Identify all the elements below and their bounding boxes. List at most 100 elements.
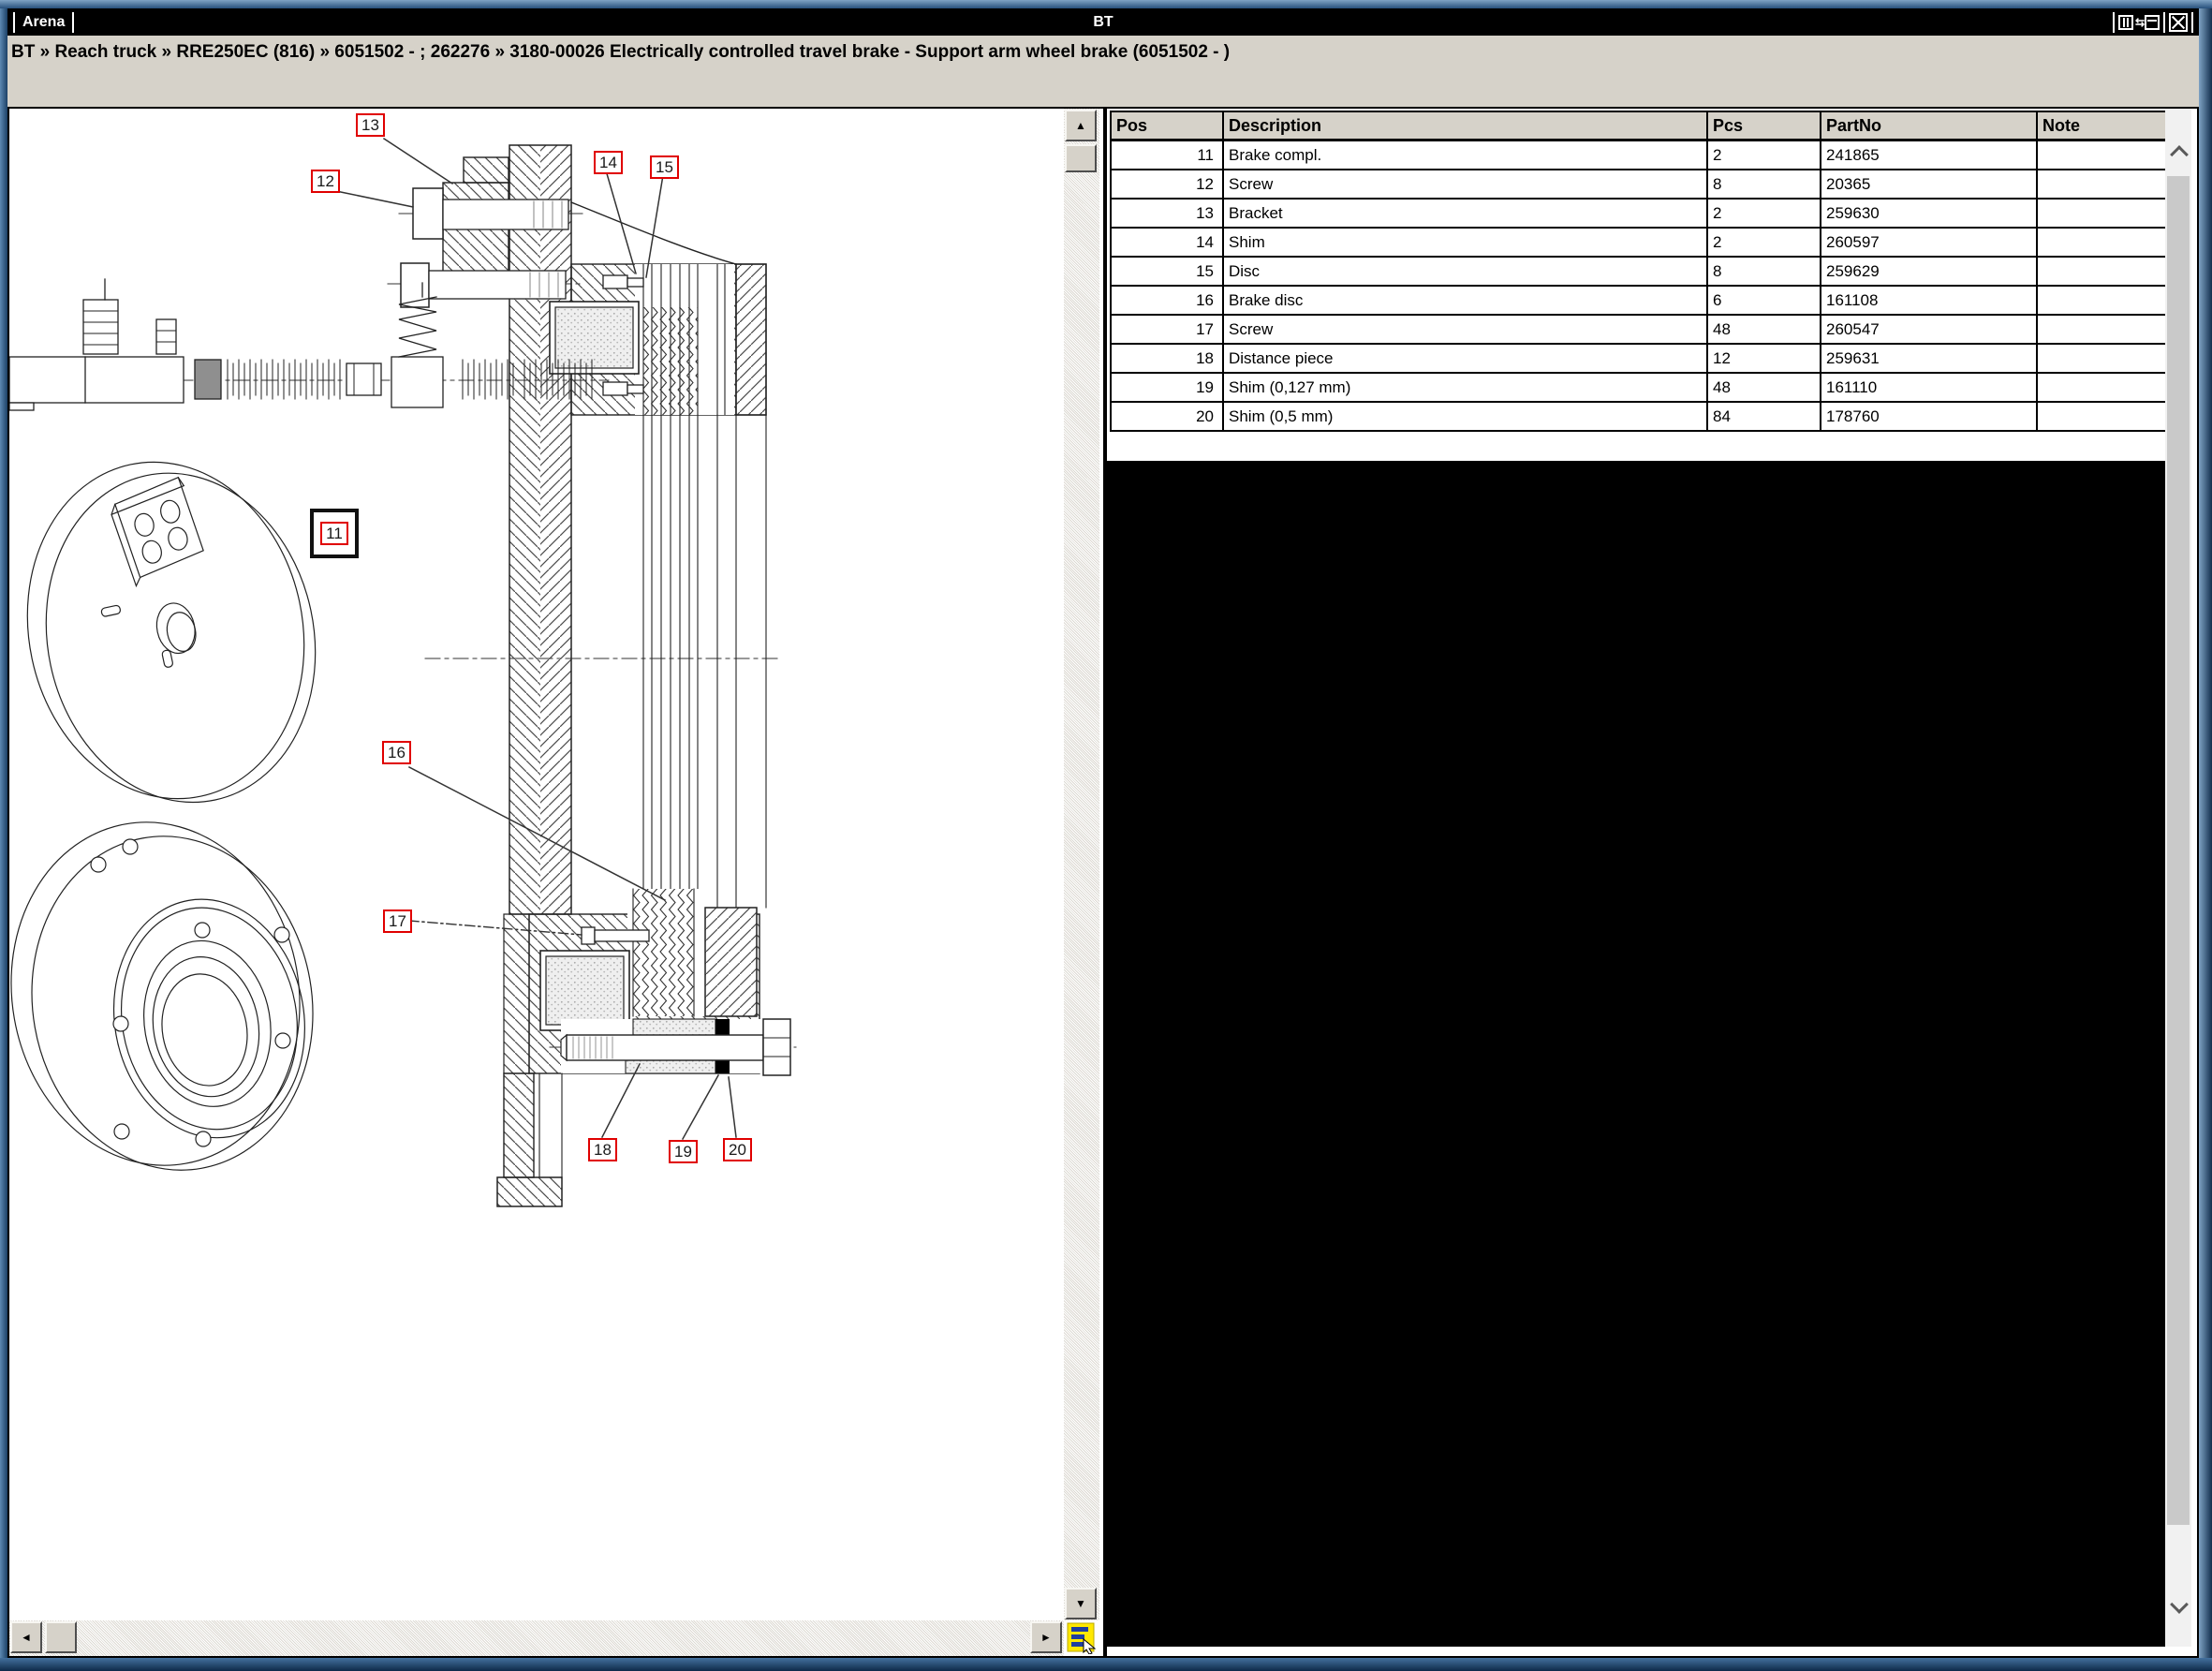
column-header-note: Note xyxy=(2037,111,2172,140)
cell-description: Screw xyxy=(1223,170,1707,199)
cell-pcs: 84 xyxy=(1707,402,1821,431)
breadcrumb-bar: BT » Reach truck » RRE250EC (816) » 6051… xyxy=(7,36,2199,107)
scroll-up-icon[interactable]: ▲ xyxy=(1065,110,1097,141)
callout-18[interactable]: 18 xyxy=(588,1138,617,1161)
cell-note xyxy=(2037,228,2172,257)
parts-panel: PosDescriptionPcsPartNoNote 11Brake comp… xyxy=(1105,107,2199,1658)
cell-note xyxy=(2037,315,2172,344)
app-label: Arena xyxy=(13,12,74,33)
table-row-pos-14[interactable]: 14Shim2260597 xyxy=(1111,228,2172,257)
table-row-pos-15[interactable]: 15Disc8259629 xyxy=(1111,257,2172,286)
cell-pcs: 48 xyxy=(1707,373,1821,402)
scroll-down-icon[interactable]: ▼ xyxy=(1065,1588,1097,1619)
horizontal-scroll-thumb[interactable] xyxy=(45,1621,77,1653)
callout-17[interactable]: 17 xyxy=(383,909,412,933)
cell-note xyxy=(2037,344,2172,373)
breadcrumb[interactable]: BT » Reach truck » RRE250EC (816) » 6051… xyxy=(7,36,2199,63)
cell-pcs: 8 xyxy=(1707,170,1821,199)
callout-20[interactable]: 20 xyxy=(723,1138,752,1161)
window-controls: ⇆ xyxy=(2113,11,2193,34)
cell-part_no: 161110 xyxy=(1821,373,2037,402)
window-switch-icon[interactable]: ⇆ xyxy=(2118,15,2160,30)
hub-studs xyxy=(91,839,290,1146)
window-glyph xyxy=(2145,15,2160,30)
cell-description: Brake disc xyxy=(1223,286,1707,315)
scroll-left-icon[interactable]: ◄ xyxy=(10,1621,42,1653)
scroll-thumb[interactable] xyxy=(2167,176,2190,1525)
scroll-down-icon[interactable] xyxy=(2170,1595,2189,1614)
diagram-horizontal-scrollbar[interactable]: ◄ ► xyxy=(9,1620,1064,1656)
table-row-pos-19[interactable]: 19Shim (0,127 mm)48161110 xyxy=(1111,373,2172,402)
cell-pos: 16 xyxy=(1111,286,1223,315)
window-title: BT xyxy=(7,14,2199,31)
cell-note xyxy=(2037,140,2172,170)
title-bar: Arena BT ⇆ xyxy=(7,8,2199,36)
cell-pos: 20 xyxy=(1111,402,1223,431)
vertical-scroll-thumb[interactable] xyxy=(1065,144,1097,172)
column-header-pos: Pos xyxy=(1111,111,1223,140)
window-frame-bottom xyxy=(0,1658,2212,1671)
cell-part_no: 178760 xyxy=(1821,402,2037,431)
table-row-pos-20[interactable]: 20Shim (0,5 mm)84178760 xyxy=(1111,402,2172,431)
callout-16[interactable]: 16 xyxy=(382,741,411,764)
svg-viewer-corner-icon[interactable] xyxy=(1064,1620,1099,1656)
cell-part_no: 20365 xyxy=(1821,170,2037,199)
diagram-canvas[interactable]: 13 12 14 15 11 16 17 18 19 20 xyxy=(9,109,1064,1619)
cell-part_no: 259629 xyxy=(1821,257,2037,286)
callout-19[interactable]: 19 xyxy=(669,1140,698,1163)
callout-14[interactable]: 14 xyxy=(594,151,623,174)
cell-part_no: 259630 xyxy=(1821,199,2037,228)
scroll-up-icon[interactable] xyxy=(2170,145,2189,164)
cell-note xyxy=(2037,286,2172,315)
diagram-panel: 13 12 14 15 11 16 17 18 19 20 ▲ ▼ ◄ ► xyxy=(7,107,1105,1658)
table-row-pos-13[interactable]: 13Bracket2259630 xyxy=(1111,199,2172,228)
cell-pos: 14 xyxy=(1111,228,1223,257)
panel-scrollbar[interactable] xyxy=(2165,109,2191,1647)
cell-note xyxy=(2037,402,2172,431)
cell-description: Distance piece xyxy=(1223,344,1707,373)
separator xyxy=(2113,12,2115,33)
wheel-hub xyxy=(9,797,339,1196)
column-header-pcs: Pcs xyxy=(1707,111,1821,140)
window-frame-right xyxy=(2199,8,2212,1658)
cell-pos: 19 xyxy=(1111,373,1223,402)
cell-pcs: 2 xyxy=(1707,140,1821,170)
blank-content-area xyxy=(1107,461,2165,1647)
separator xyxy=(2191,12,2193,33)
cell-pos: 12 xyxy=(1111,170,1223,199)
callout-15[interactable]: 15 xyxy=(650,155,679,179)
cell-note xyxy=(2037,170,2172,199)
arrows-glyph: ⇆ xyxy=(2135,16,2143,29)
cell-pcs: 12 xyxy=(1707,344,1821,373)
cell-part_no: 161108 xyxy=(1821,286,2037,315)
table-row-pos-11[interactable]: 11Brake compl.2241865 xyxy=(1111,140,2172,170)
cell-description: Shim xyxy=(1223,228,1707,257)
callout-12[interactable]: 12 xyxy=(311,170,340,193)
table-row-pos-18[interactable]: 18Distance piece12259631 xyxy=(1111,344,2172,373)
cell-note xyxy=(2037,199,2172,228)
scroll-right-icon[interactable]: ► xyxy=(1030,1621,1062,1653)
cell-description: Disc xyxy=(1223,257,1707,286)
column-header-description: Description xyxy=(1223,111,1707,140)
cell-pos: 15 xyxy=(1111,257,1223,286)
table-row-pos-16[interactable]: 16Brake disc6161108 xyxy=(1111,286,2172,315)
table-row-pos-17[interactable]: 17Screw48260547 xyxy=(1111,315,2172,344)
cell-pos: 18 xyxy=(1111,344,1223,373)
window-frame-top xyxy=(0,0,2212,8)
cell-pos: 13 xyxy=(1111,199,1223,228)
window-frame-left xyxy=(0,8,7,1658)
cell-pcs: 8 xyxy=(1707,257,1821,286)
table-row-pos-12[interactable]: 12Screw820365 xyxy=(1111,170,2172,199)
cell-description: Shim (0,127 mm) xyxy=(1223,373,1707,402)
cell-part_no: 260547 xyxy=(1821,315,2037,344)
diagram-vertical-scrollbar[interactable]: ▲ ▼ xyxy=(1064,109,1099,1620)
cell-pos: 11 xyxy=(1111,140,1223,170)
callout-13[interactable]: 13 xyxy=(356,113,385,137)
cell-description: Bracket xyxy=(1223,199,1707,228)
callout-frame-11[interactable]: 11 xyxy=(310,509,359,558)
content-area: 13121415111617181920 ▲ ▼ ◄ ► xyxy=(7,107,2199,1658)
cell-pos: 17 xyxy=(1111,315,1223,344)
close-icon[interactable] xyxy=(2169,13,2188,32)
cell-part_no: 259631 xyxy=(1821,344,2037,373)
callout-11[interactable]: 11 xyxy=(320,522,348,545)
